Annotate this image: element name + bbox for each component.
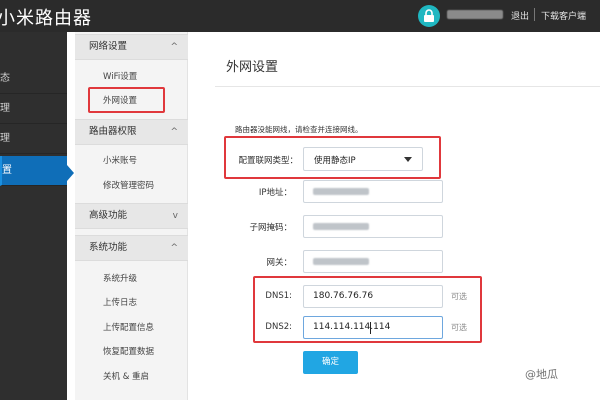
username[interactable] <box>447 10 503 19</box>
ip-label: IP地址： <box>258 188 292 198</box>
logout-link[interactable]: 退出 <box>511 9 529 22</box>
ok-button[interactable]: 确定 <box>303 351 358 374</box>
dns2-value: 114.114.114.114 <box>313 322 391 332</box>
sub-nav-item-upload-log[interactable]: 上传日志 <box>75 296 188 310</box>
dns2-input[interactable]: 114.114.114.114 <box>303 316 443 339</box>
main-nav: 态 理 理 置 <box>0 32 67 400</box>
connection-type-value: 使用静态IP <box>314 156 356 166</box>
sub-nav-item-mi-account[interactable]: 小米账号 <box>75 154 188 168</box>
main-nav-item-status[interactable]: 态 <box>0 64 67 94</box>
dns2-optional: 可选 <box>451 323 467 332</box>
active-nav-pointer <box>67 165 74 181</box>
top-bar: 小米路由器 退出 下载客户端 <box>0 0 600 32</box>
section-router-permissions[interactable]: 路由器权限 ^ <box>75 119 188 145</box>
topbar-separator <box>534 8 535 21</box>
download-client-link[interactable]: 下载客户端 <box>541 9 586 22</box>
connection-type-select[interactable]: 使用静态IP <box>303 147 423 171</box>
caret-down-icon <box>404 157 412 162</box>
watermark: @地瓜 <box>525 368 558 381</box>
section-advanced[interactable]: 高级功能 v <box>75 203 188 229</box>
dns2-label: DNS2: <box>265 322 292 332</box>
section-title: 网络设置 <box>89 41 128 52</box>
connection-type-label: 配置联网类型： <box>238 156 298 166</box>
chevron-down-icon: v <box>172 211 178 221</box>
subnet-mask-label: 子网掩码： <box>249 223 292 233</box>
gateway-label: 网关： <box>266 258 292 268</box>
brand-title: 小米路由器 <box>0 8 92 29</box>
gateway-input[interactable] <box>303 250 443 273</box>
text-cursor <box>370 322 371 334</box>
ip-input[interactable] <box>303 180 443 203</box>
page-title: 外网设置 <box>226 60 279 75</box>
dns1-label: DNS1: <box>265 291 292 301</box>
dns1-value: 180.76.76.76 <box>313 291 374 301</box>
chevron-up-icon: ^ <box>170 127 178 137</box>
section-system[interactable]: 系统功能 ^ <box>75 235 188 261</box>
dns1-optional: 可选 <box>451 292 467 301</box>
chevron-up-icon: ^ <box>170 42 178 52</box>
main-nav-item-management-2[interactable]: 理 <box>0 124 67 154</box>
sub-nav-item-upgrade[interactable]: 系统升级 <box>75 272 188 286</box>
chevron-up-icon: ^ <box>170 243 178 253</box>
section-title: 高级功能 <box>89 210 128 221</box>
cable-hint: 路由器没能网线，请检查并连接网线。 <box>235 125 363 134</box>
main-nav-item-settings[interactable]: 置 <box>0 156 67 186</box>
sub-nav-item-upload-config[interactable]: 上传配置信息 <box>75 321 188 335</box>
sub-nav-item-change-password[interactable]: 修改管理密码 <box>75 179 188 193</box>
section-title: 路由器权限 <box>89 126 137 137</box>
subnet-mask-input[interactable] <box>303 215 443 238</box>
main-nav-item-management[interactable]: 理 <box>0 94 67 124</box>
dns1-input[interactable]: 180.76.76.76 <box>303 285 443 308</box>
sub-nav-item-wifi[interactable]: WiFi设置 <box>75 70 188 84</box>
section-network-settings[interactable]: 网络设置 ^ <box>75 34 188 60</box>
section-title: 系统功能 <box>89 242 128 253</box>
sub-nav-item-restore-config[interactable]: 恢复配置数据 <box>75 345 188 359</box>
highlight-wan-settings <box>88 87 165 113</box>
title-divider <box>215 86 600 87</box>
sub-nav-item-reboot[interactable]: 关机 & 重启 <box>75 370 188 384</box>
lock-icon[interactable] <box>418 5 440 27</box>
